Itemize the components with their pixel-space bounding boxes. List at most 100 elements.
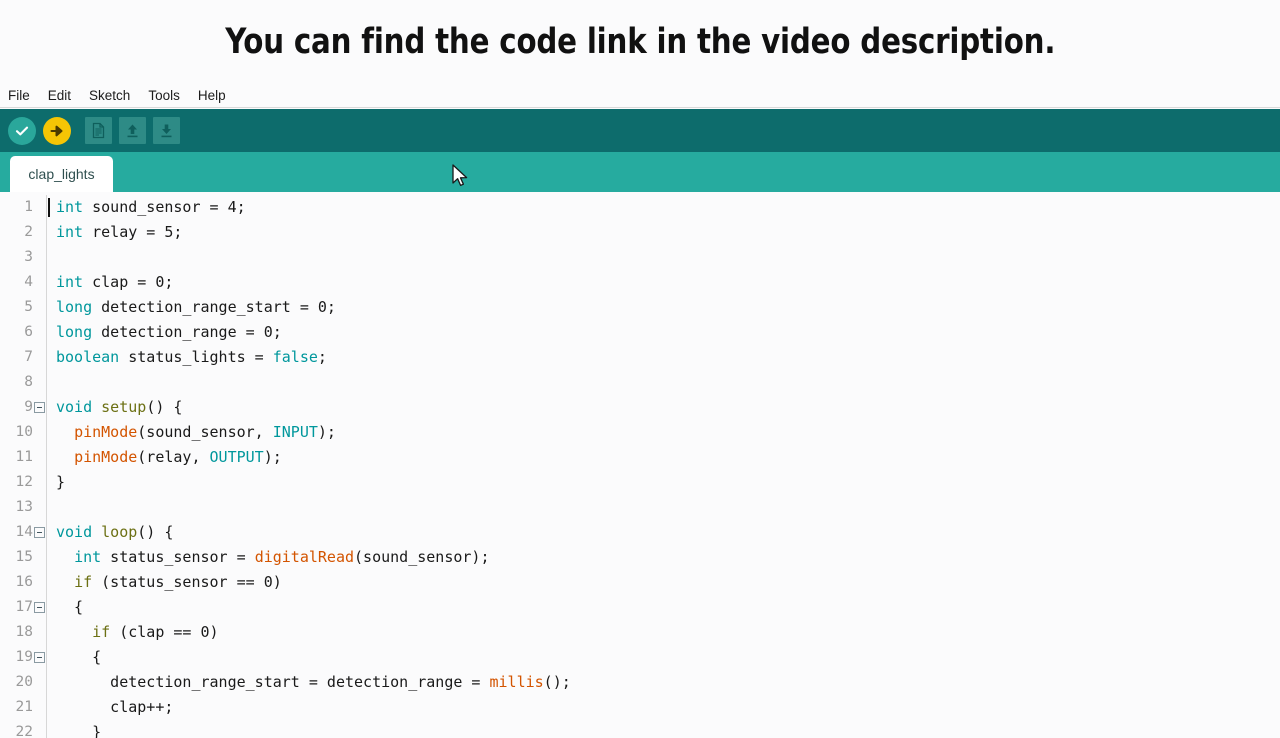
token-fn: digitalRead [254,548,355,566]
line-number: 22 [15,724,33,738]
token-kw: OUTPUT [209,448,264,466]
line-number: 5 [24,299,33,315]
arrow-down-icon [158,122,175,139]
gutter-divider [46,395,47,420]
gutter-divider [46,545,47,570]
fold-toggle-icon[interactable] [33,652,46,663]
token-plain: ); [317,423,336,441]
code-line: 2 int relay = 5; [0,220,1280,245]
code-line: 19 { [0,645,1280,670]
code-line: 10 pinMode(sound_sensor, INPUT); [0,420,1280,445]
token-plain: (); [543,673,571,691]
code-editor[interactable]: 1 int sound_sensor = 4; 2 int relay = 5; 3 4 i… [0,192,1280,738]
fold-toggle-icon[interactable] [33,602,46,613]
token-fn: millis [489,673,544,691]
gutter-divider [46,270,47,295]
token-ctl: loop [101,523,138,541]
gutter-divider [46,570,47,595]
line-number: 3 [24,249,33,265]
code-text: { [50,645,101,670]
code-text: clap++; [50,695,173,720]
line-number: 14 [15,524,33,540]
menu-item-edit[interactable]: Edit [48,88,80,103]
code-line: 9 void setup() { [0,395,1280,420]
code-line: 16 if (status_sensor == 0) [0,570,1280,595]
token-plain: status_sensor = [101,548,255,566]
line-number: 2 [24,224,33,240]
code-text: int sound_sensor = 4; [50,195,246,220]
arrow-right-icon [48,122,66,140]
line-number: 6 [24,324,33,340]
code-line: 14 void loop() { [0,520,1280,545]
code-text: long detection_range = 0; [50,320,282,345]
code-line: 5 long detection_range_start = 0; [0,295,1280,320]
gutter-divider [46,420,47,445]
line-number: 17 [15,599,33,615]
gutter-divider [46,295,47,320]
code-line: 12} [0,470,1280,495]
gutter-divider [46,445,47,470]
line-number: 20 [15,674,33,690]
save-sketch-button[interactable] [153,117,180,144]
code-line: 18 if (clap == 0) [0,620,1280,645]
line-number: 15 [15,549,33,565]
code-line: 6 long detection_range = 0; [0,320,1280,345]
code-line: 3 [0,245,1280,270]
token-plain: clap++; [56,698,174,716]
line-number: 9 [24,399,33,415]
menu-item-file[interactable]: File [8,88,39,103]
fold-toggle-icon[interactable] [33,527,46,538]
code-text: boolean status_lights = false; [50,345,327,370]
code-text: pinMode(sound_sensor, INPUT); [50,420,336,445]
tab-strip: clap_lights [0,152,1280,192]
code-line: 22 } [0,720,1280,738]
gutter-divider [46,620,47,645]
code-text: int relay = 5; [50,220,182,245]
line-number: 13 [15,499,33,515]
video-caption-banner: You can find the code link in the video … [0,0,1280,84]
token-fn: pinMode [74,448,138,466]
line-number: 8 [24,374,33,390]
menu-item-sketch[interactable]: Sketch [89,88,139,103]
line-number: 4 [24,274,33,290]
tab-clap-lights[interactable]: clap_lights [10,156,113,192]
menu-item-help[interactable]: Help [198,88,235,103]
token-kw: long [56,323,93,341]
code-line: 7 boolean status_lights = false; [0,345,1280,370]
token-plain: { [56,648,102,666]
check-icon [13,122,31,140]
code-line: 21 clap++; [0,695,1280,720]
code-text: } [50,720,101,738]
line-number: 21 [15,699,33,715]
new-sketch-button[interactable] [85,117,112,144]
code-text: void setup() { [50,395,182,420]
tab-label: clap_lights [28,166,95,182]
fold-toggle-icon[interactable] [33,402,46,413]
open-sketch-button[interactable] [119,117,146,144]
token-plain: () { [137,523,174,541]
token-kw: int [56,198,84,216]
gutter-divider [46,520,47,545]
code-text: { [50,595,83,620]
gutter-divider [46,370,47,395]
token-plain: (status_sensor == 0) [92,573,282,591]
code-text: int status_sensor = digitalRead(sound_se… [50,545,490,570]
token-plain: (sound_sensor); [354,548,490,566]
gutter-divider [46,345,47,370]
token-plain: sound_sensor = 4; [83,198,246,216]
token-plain: ); [263,448,282,466]
code-text: long detection_range_start = 0; [50,295,336,320]
gutter-divider [46,645,47,670]
arduino-ide-window: You can find the code link in the video … [0,0,1280,738]
token-plain: (clap == 0) [110,623,219,641]
upload-button[interactable] [43,116,71,145]
menu-item-tools[interactable]: Tools [148,88,189,103]
token-ctl: if [92,623,111,641]
token-plain: (sound_sensor, [137,423,273,441]
code-text: void loop() { [50,520,173,545]
verify-button[interactable] [8,116,36,145]
gutter-divider [46,720,47,738]
code-text: if (clap == 0) [50,620,219,645]
